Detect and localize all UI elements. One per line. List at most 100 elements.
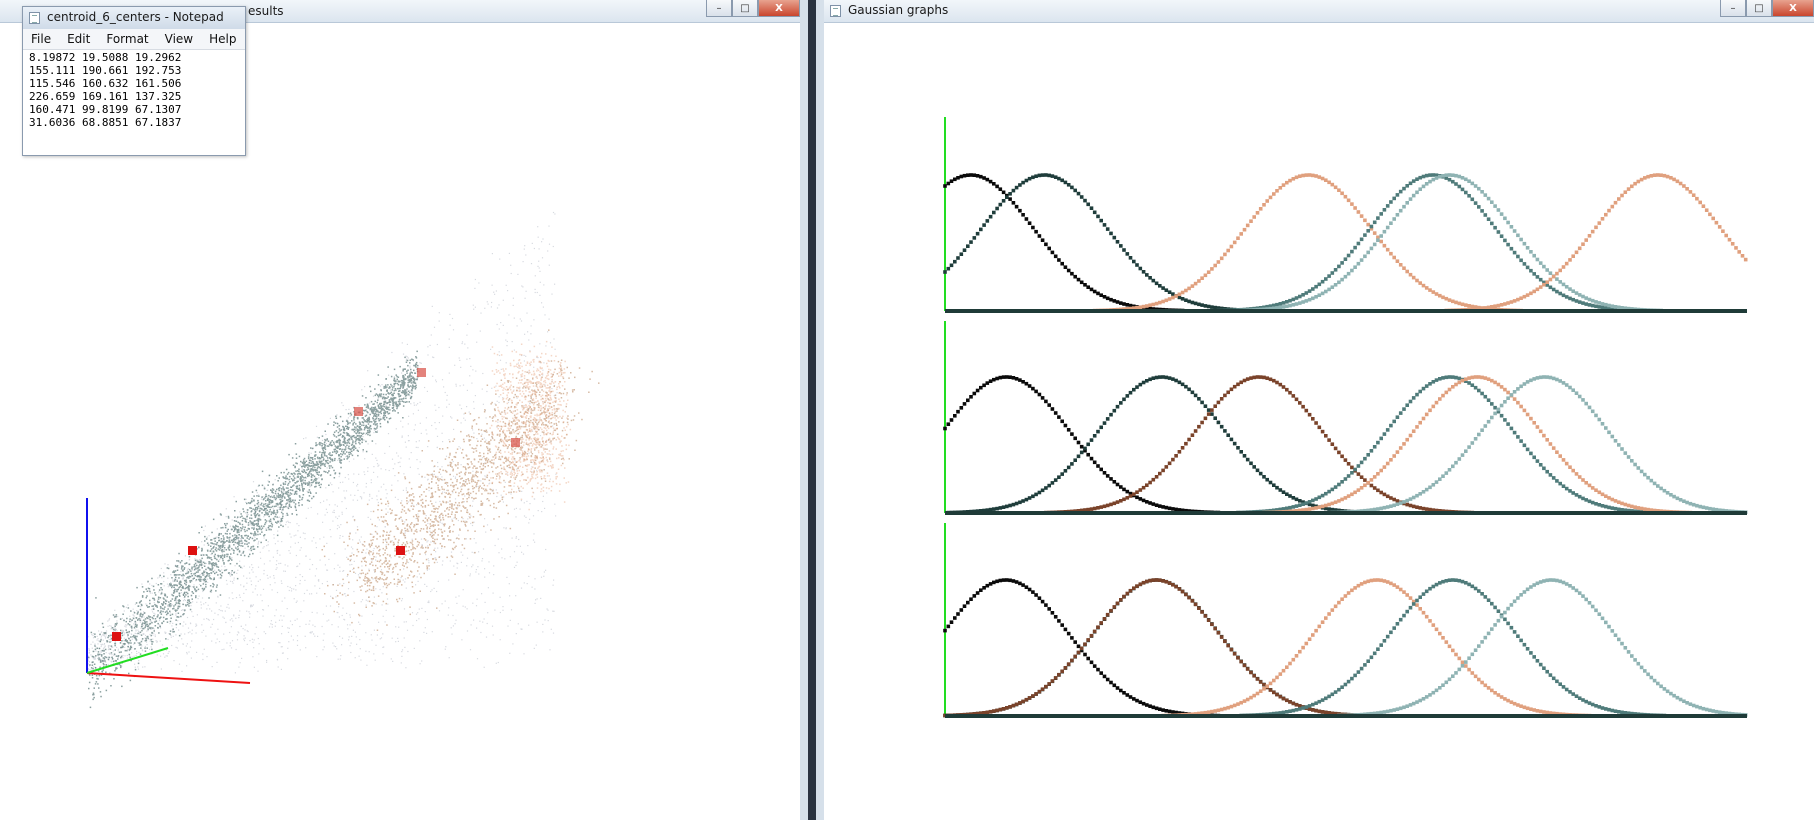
scatter-point	[407, 381, 409, 384]
scatter-point	[368, 421, 370, 423]
scatter-point	[419, 362, 421, 364]
scatter-point	[174, 584, 176, 586]
maximize-button[interactable]: □	[732, 0, 758, 17]
scatter-point	[339, 537, 341, 539]
scatter-point	[345, 490, 348, 492]
scatter-point	[163, 608, 165, 610]
scatter-point	[539, 435, 542, 437]
scatter-point	[513, 566, 516, 568]
scatter-point	[97, 643, 99, 645]
scatter-point	[350, 651, 352, 654]
scatter-point	[200, 607, 202, 609]
scatter-point	[247, 514, 249, 516]
scatter-point	[271, 525, 273, 528]
scatter-point	[253, 534, 255, 537]
scatter-point	[413, 429, 415, 431]
scatter-point	[317, 635, 319, 637]
scatter-point	[268, 499, 270, 501]
scatter-point	[351, 420, 353, 422]
scatter-point	[513, 317, 515, 319]
scatter-point	[536, 621, 538, 623]
scatter-point	[375, 408, 378, 410]
scatter-point	[132, 608, 134, 610]
scatter-point	[314, 585, 316, 587]
scatter-point	[270, 623, 272, 625]
scatter-point	[438, 320, 440, 322]
scatter-point	[119, 618, 122, 620]
scatter-point	[319, 486, 322, 489]
scatter-point	[239, 662, 241, 664]
scatter-point	[375, 603, 377, 605]
scatter-point	[549, 478, 551, 480]
scatter-point	[552, 632, 555, 634]
scatter-point	[225, 621, 227, 623]
scatter-point	[336, 528, 338, 530]
scatter-point	[296, 513, 298, 516]
scatter-point	[237, 537, 240, 539]
scatter-point	[532, 409, 534, 412]
scatter-point	[424, 539, 427, 541]
scatter-point	[380, 637, 383, 639]
scatter-point	[483, 437, 485, 439]
scatter-point	[397, 637, 399, 639]
scatter-point	[149, 618, 151, 621]
scatter-point	[322, 462, 324, 465]
scatter-point	[257, 670, 259, 672]
scatter-point	[285, 487, 288, 489]
scatter-point	[267, 605, 269, 607]
scatter-point	[304, 471, 307, 474]
scatter-point	[320, 475, 322, 477]
scatter-point	[224, 541, 226, 543]
scatter-point	[216, 638, 218, 640]
scatter-point	[491, 625, 494, 627]
scatter-point	[248, 611, 250, 613]
scatter-point	[234, 516, 236, 518]
scatter-point	[272, 483, 274, 486]
scatter-point	[112, 650, 114, 652]
scatter-point	[388, 401, 390, 404]
scatter-point	[194, 562, 197, 565]
scatter-point	[486, 524, 489, 526]
scatter-point	[241, 515, 243, 517]
scatter-point	[134, 635, 137, 637]
scatter-point	[121, 634, 124, 637]
scatter-point	[231, 535, 234, 537]
scatter-point	[274, 582, 276, 584]
scatter-point	[176, 647, 178, 649]
close-button[interactable]: X	[758, 0, 800, 17]
scatter-point	[251, 527, 253, 529]
scatter-point	[280, 524, 282, 526]
scatter-point	[180, 581, 182, 583]
scatter-point	[384, 415, 387, 417]
scatter-point	[483, 666, 485, 668]
scatter-point	[353, 431, 356, 433]
scatter-point	[130, 610, 132, 612]
scatter-point	[309, 568, 311, 570]
scatter-point	[213, 577, 215, 579]
scatter-point	[507, 290, 509, 292]
scatter-point	[356, 435, 359, 437]
scatter-point	[383, 403, 386, 406]
scatter-point	[308, 462, 310, 464]
scatter-point	[529, 503, 531, 505]
scatter-point	[503, 496, 505, 498]
scatter-point	[547, 331, 549, 333]
minimize-button[interactable]: –	[706, 0, 732, 17]
scatter-point	[561, 417, 563, 419]
scatter-point	[416, 504, 418, 506]
scatter-point	[154, 634, 156, 636]
scatter-point	[261, 496, 263, 498]
scatter-point	[337, 434, 340, 437]
scatter-point	[417, 612, 419, 614]
scatter-point	[232, 526, 235, 528]
scatter-point	[244, 637, 246, 639]
scatter-point	[247, 522, 250, 524]
scatter-point	[182, 603, 184, 606]
scatter-point	[296, 485, 299, 487]
scatter-point	[228, 548, 230, 551]
scatter-point	[436, 511, 439, 513]
scatter-point	[539, 294, 541, 296]
scatter-point	[258, 643, 260, 645]
scatter-point	[357, 416, 359, 419]
scatter-point	[536, 291, 538, 294]
